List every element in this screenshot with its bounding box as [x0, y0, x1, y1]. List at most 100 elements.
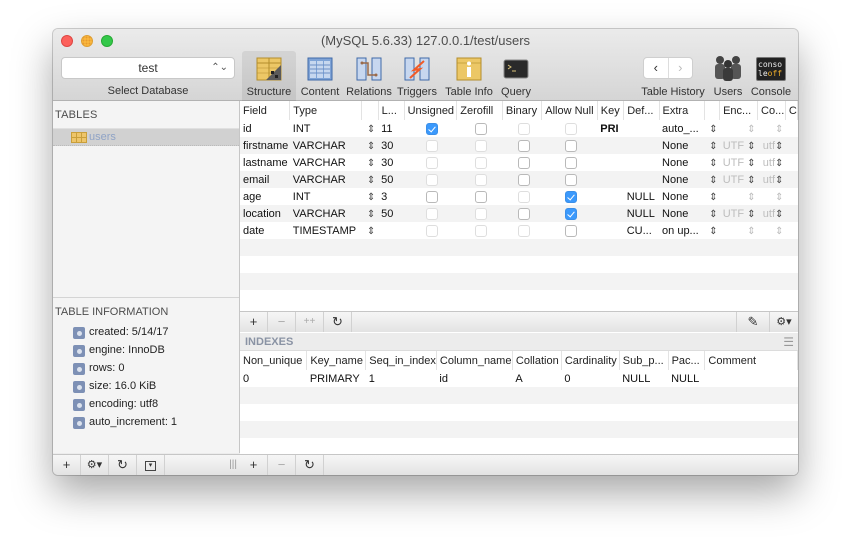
type-cell[interactable]: INT [290, 188, 361, 205]
key-cell[interactable] [597, 222, 623, 239]
length-cell[interactable] [378, 222, 404, 239]
extra-cell[interactable]: None [659, 171, 705, 188]
column-header[interactable]: Co... [757, 101, 786, 120]
allow-null-checkbox[interactable] [564, 190, 577, 203]
column-header[interactable]: Binary [502, 101, 543, 120]
default-cell[interactable]: NULL [624, 188, 659, 205]
column-header[interactable]: C [785, 101, 798, 120]
updown-chevron-icon[interactable]: ⇕ [367, 226, 375, 237]
updown-chevron-icon[interactable]: ⇕ [367, 192, 375, 203]
structure-row[interactable]: firstname VARCHAR ⇕ 30 None ⇕ UTF ⇕ utf⇕ [240, 137, 798, 154]
triggers-button[interactable]: Triggers [394, 51, 440, 101]
structure-row[interactable]: id INT ⇕ 11 PRI auto_... ⇕ ⇕ ⇕ [240, 120, 798, 137]
sidebar-item-users[interactable]: users [53, 129, 239, 146]
index-column-header[interactable]: Collation [512, 351, 562, 370]
zerofill-checkbox[interactable] [475, 190, 488, 203]
unsigned-checkbox[interactable] [425, 156, 438, 169]
column-header[interactable]: Unsigned [404, 101, 458, 120]
duplicate-field-button[interactable]: ++ [296, 312, 324, 332]
updown-chevron-icon[interactable]: ⇕ [367, 175, 375, 186]
allow-null-checkbox[interactable] [564, 207, 577, 220]
field-name-cell[interactable]: location [240, 205, 290, 222]
type-cell[interactable]: TIMESTAMP [290, 222, 361, 239]
key-cell[interactable] [597, 171, 624, 188]
length-cell[interactable]: 11 [378, 120, 404, 137]
index-column-header[interactable]: Comment [704, 351, 798, 370]
extra-cell[interactable]: None [659, 137, 705, 154]
encoding-cell[interactable]: UTF [723, 208, 744, 220]
structure-gear-button[interactable]: ⚙▾ [770, 312, 798, 332]
updown-chevron-icon[interactable]: ⇕ [367, 141, 375, 152]
updown-chevron-icon[interactable]: ⇕ [747, 192, 755, 203]
column-header[interactable]: Extra [659, 101, 705, 120]
updown-chevron-icon[interactable]: ⇕ [709, 226, 717, 237]
length-cell[interactable]: 3 [378, 188, 404, 205]
key-cell[interactable] [597, 154, 623, 171]
refresh-tables-button[interactable]: ↻ [109, 455, 137, 475]
extra-cell[interactable]: None [659, 154, 704, 171]
updown-chevron-icon[interactable]: ⇕ [775, 192, 783, 203]
collation-cell[interactable]: utf [763, 157, 775, 169]
column-header[interactable]: Allow Null [541, 101, 598, 120]
add-index-button[interactable]: + [240, 455, 268, 475]
unsigned-checkbox[interactable] [425, 122, 438, 135]
allow-null-checkbox[interactable] [564, 224, 577, 237]
updown-chevron-icon[interactable]: ⇕ [747, 158, 755, 169]
updown-chevron-icon[interactable]: ⇕ [747, 175, 755, 186]
index-column-header[interactable]: Column_name [436, 351, 513, 370]
default-cell[interactable] [623, 171, 660, 188]
key-cell[interactable] [597, 205, 624, 222]
updown-chevron-icon[interactable]: ⇕ [709, 141, 717, 152]
updown-chevron-icon[interactable]: ⇕ [709, 209, 717, 220]
type-cell[interactable]: VARCHAR [289, 171, 361, 188]
length-cell[interactable]: 30 [378, 154, 404, 171]
column-header[interactable]: Def... [623, 101, 660, 120]
field-name-cell[interactable]: age [240, 188, 290, 205]
table-info-button[interactable]: Table Info [442, 51, 496, 101]
updown-chevron-icon[interactable]: ⇕ [709, 124, 717, 135]
zerofill-checkbox[interactable] [475, 224, 488, 237]
updown-chevron-icon[interactable]: ⇕ [367, 158, 375, 169]
column-header[interactable]: Field [240, 101, 291, 120]
updown-chevron-icon[interactable]: ⇕ [367, 209, 375, 220]
structure-row[interactable]: age INT ⇕ 3 NULL None ⇕ ⇕ ⇕ [240, 188, 798, 205]
column-header[interactable]: Key [597, 101, 625, 120]
column-header[interactable]: Enc... [719, 101, 759, 120]
key-cell[interactable] [597, 188, 623, 205]
key-cell[interactable] [597, 137, 624, 154]
collation-cell[interactable]: utf [763, 140, 775, 152]
structure-row[interactable]: lastname VARCHAR ⇕ 30 None ⇕ UTF ⇕ utf⇕ [240, 154, 798, 171]
type-cell[interactable]: VARCHAR [289, 137, 361, 154]
updown-chevron-icon[interactable]: ⇕ [747, 124, 755, 135]
index-column-header[interactable]: Non_unique [240, 351, 308, 370]
updown-chevron-icon[interactable]: ⇕ [709, 158, 717, 169]
allow-null-checkbox[interactable] [564, 156, 577, 169]
indexes-menu-icon[interactable]: ☰ [783, 335, 794, 349]
add-field-button[interactable]: + [240, 312, 268, 332]
table-actions-gear-button[interactable]: ⚙▾ [81, 455, 109, 475]
allow-null-checkbox[interactable] [564, 173, 577, 186]
field-name-cell[interactable]: firstname [240, 137, 290, 154]
length-cell[interactable]: 50 [378, 171, 405, 188]
extra-cell[interactable]: on up... [659, 222, 704, 239]
filter-tables-button[interactable]: ▾ [137, 455, 165, 475]
encoding-cell[interactable]: UTF [723, 174, 744, 186]
updown-chevron-icon[interactable]: ⇕ [367, 124, 375, 135]
remove-field-button[interactable]: − [268, 312, 296, 332]
default-cell[interactable] [624, 120, 659, 137]
index-column-header[interactable]: Seq_in_index [365, 351, 437, 370]
extra-cell[interactable]: auto_... [659, 120, 704, 137]
updown-chevron-icon[interactable]: ⇕ [747, 209, 755, 220]
sidebar-resize-handle[interactable]: ||| [165, 455, 240, 475]
query-button[interactable]: Query [496, 51, 536, 101]
encoding-cell[interactable]: UTF [723, 157, 744, 169]
structure-row[interactable]: location VARCHAR ⇕ 50 NULL None ⇕ UTF ⇕ utf⇕ [240, 205, 798, 222]
content-button[interactable]: Content [296, 51, 344, 101]
type-cell[interactable]: VARCHAR [289, 205, 361, 222]
unsigned-checkbox[interactable] [425, 190, 438, 203]
remove-index-button[interactable]: − [268, 455, 296, 475]
unsigned-checkbox[interactable] [425, 173, 438, 186]
default-cell[interactable] [624, 154, 659, 171]
binary-checkbox[interactable] [517, 190, 530, 203]
binary-checkbox[interactable] [517, 224, 530, 237]
